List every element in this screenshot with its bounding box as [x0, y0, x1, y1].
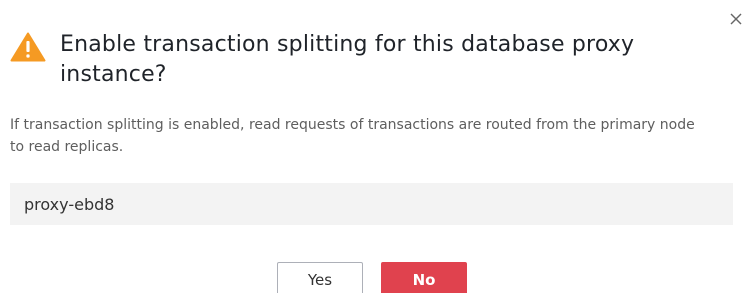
close-icon[interactable]	[727, 10, 745, 28]
dialog-message: If transaction splitting is enabled, rea…	[10, 117, 695, 155]
proxy-name-box: proxy-ebd8	[10, 183, 733, 225]
no-button[interactable]: No	[381, 262, 467, 293]
dialog-title: Enable transaction splitting for this da…	[60, 32, 635, 87]
dialog-buttons: Yes No	[0, 262, 747, 293]
dialog-header: Enable transaction splitting for this da…	[10, 30, 710, 90]
warning-icon	[10, 32, 46, 62]
yes-button[interactable]: Yes	[277, 262, 363, 293]
confirm-dialog: Enable transaction splitting for this da…	[0, 0, 747, 293]
proxy-name: proxy-ebd8	[24, 194, 115, 214]
